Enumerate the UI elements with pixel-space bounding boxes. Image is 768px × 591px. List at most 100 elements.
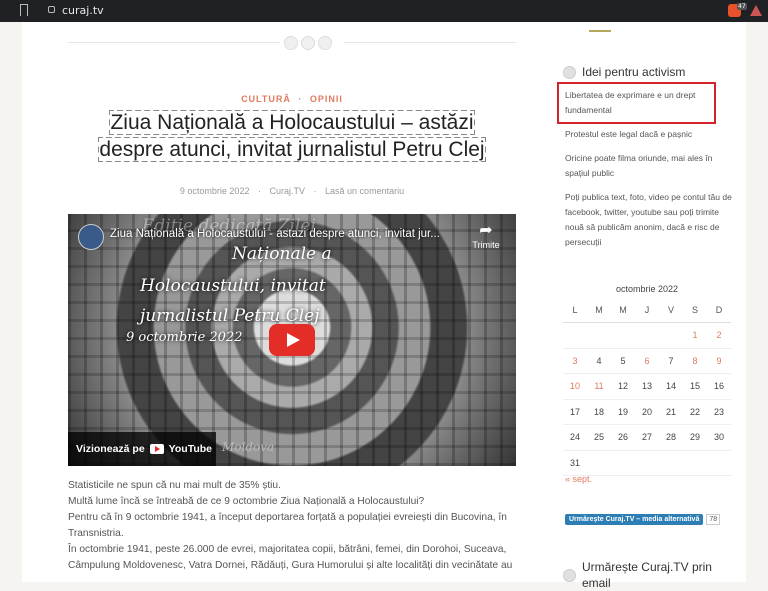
calendar-day[interactable]: 19 [611,399,635,425]
highlight-box [557,82,716,124]
overlay-line-2: Holocaustului, invitat [140,276,326,296]
post-categories: CULTURĂ · OPINII [68,94,516,104]
category-separator: · [298,94,303,104]
calendar-day[interactable]: 30 [707,424,731,451]
calendar-day[interactable]: 8 [683,348,707,374]
calendar-day-header: M [587,298,611,323]
play-button[interactable] [269,324,315,356]
address-bar[interactable]: curaj.tv [62,4,104,17]
activism-link-4[interactable]: Poți publica text, foto, video pe contul… [565,190,733,250]
calendar-week: 24 25 26 27 28 29 30 [563,424,731,451]
youtube-logo-icon [149,444,164,454]
divider-left [68,42,280,43]
ornament-divider [284,36,340,50]
calendar-day[interactable]: 20 [635,399,659,425]
watch-label: Vizionează pe [76,443,145,455]
overlay-line-4: 9 octombrie 2022 [126,330,243,345]
calendar-table: LMMJVSD 1 2 3 4 5 6 7 8 9 10 11 12 13 14 15 16 17 18 19 20 2… [563,298,731,476]
calendar-day[interactable]: 6 [635,348,659,374]
calendar-day[interactable]: 2 [707,322,731,349]
widget-title-text: Urmărește Curaj.TV prin email [581,560,712,590]
calendar-day[interactable]: 23 [707,399,731,425]
share-button[interactable]: ➦ Trimite [466,222,506,250]
calendar-day-header: L [563,298,587,323]
share-label: Trimite [472,240,500,250]
calendar-day[interactable]: 28 [659,424,683,451]
comment-link[interactable]: Lasă un comentariu [325,186,404,196]
paragraph: Statisticile ne spun că nu mai mult de 3… [68,480,281,491]
bookmark-icon[interactable] [20,4,28,16]
calendar-widget: octombrie 2022 LMMJVSD 1 2 3 4 5 6 7 8 9 10 11 12 13… [563,284,731,476]
calendar-day-header: M [611,298,635,323]
lock-icon[interactable] [48,6,55,13]
thumbnail-bottom-text: Moldova [222,440,275,454]
post-meta: 9 octombrie 2022 · Curaj.TV · Lasă un co… [68,186,516,196]
sidebar-top-emblem-icon [589,22,611,32]
follow-button[interactable]: Urmărește Curaj.TV – media alternativă [565,514,704,525]
video-title[interactable]: Ziua Națională a Holocaustului - astazi … [110,228,460,240]
activism-link-2[interactable]: Protestul este legal dacă e pașnic [565,127,733,142]
youtube-label: YouTube [168,443,213,455]
calendar-day[interactable]: 1 [683,322,707,349]
calendar-prev-month-link[interactable]: « sept. [565,474,592,484]
post-date[interactable]: 9 octombrie 2022 [180,186,250,196]
calendar-day[interactable]: 26 [611,424,635,451]
calendar-day [611,450,635,476]
widget-bullet-icon [563,65,576,79]
calendar-day[interactable]: 29 [683,424,707,451]
calendar-day[interactable]: 15 [683,373,707,400]
widget-title-activism: Idei pentru activism [563,65,685,79]
category-cultura[interactable]: CULTURĂ [241,94,291,104]
calendar-day-header: D [707,298,731,323]
calendar-week: 17 18 19 20 21 22 23 [563,399,731,425]
share-icon: ➦ [479,222,493,239]
widget-bullet-icon [563,568,576,582]
calendar-day-header: V [659,298,683,323]
calendar-day[interactable]: 10 [563,373,587,400]
follow-count: 78 [706,514,721,525]
browser-toolbar: curaj.tv 47 [0,0,768,22]
calendar-caption: octombrie 2022 [615,284,679,294]
paragraph: În octombrie 1941, peste 26.000 de evrei… [68,544,513,571]
calendar-day[interactable]: 4 [587,348,611,374]
calendar-day [587,322,611,349]
follow-widget: Urmărește Curaj.TV – media alternativă 7… [565,514,721,525]
divider-right [344,42,516,43]
shield-count-badge: 47 [737,3,747,10]
calendar-day[interactable]: 25 [587,424,611,451]
calendar-day[interactable]: 18 [587,399,611,425]
calendar-day[interactable]: 24 [563,424,587,451]
calendar-day[interactable]: 3 [563,348,587,374]
calendar-day[interactable]: 21 [659,399,683,425]
channel-avatar[interactable] [78,224,104,250]
watch-on-youtube-button[interactable]: Vizionează pe YouTube [68,432,216,466]
category-opinii[interactable]: OPINII [310,94,343,104]
calendar-day[interactable]: 16 [707,373,731,400]
page: CULTURĂ · OPINII Ziua Națională a Holoca… [22,22,746,590]
meta-separator: · [257,186,261,196]
calendar-day[interactable]: 22 [683,399,707,425]
widget-title-email: Urmărește Curaj.TV prin email [563,559,743,591]
post-title-text[interactable]: Ziua Națională a Holocaustului – astăzi … [98,110,486,162]
post-author[interactable]: Curaj.TV [269,186,305,196]
calendar-day[interactable]: 13 [635,373,659,400]
youtube-embed[interactable]: Ediție dedicată Zilei Naționale a Holoca… [68,214,516,466]
calendar-week: 12 [563,322,731,349]
brave-rewards-icon[interactable] [750,5,762,16]
calendar-day[interactable]: 14 [659,373,683,400]
calendar-day[interactable]: 5 [611,348,635,374]
activism-link-3[interactable]: Oricine poate filma oriunde, mai ales în… [565,151,733,181]
calendar-day[interactable]: 11 [587,373,611,400]
calendar-day [683,450,707,476]
paragraph: Multă lume încă se întreabă de ce 9 octo… [68,496,425,507]
calendar-day [587,450,611,476]
calendar-week: 3456789 [563,348,731,374]
calendar-day[interactable]: 7 [659,348,683,374]
calendar-day[interactable]: 12 [611,373,635,400]
calendar-day [611,322,635,349]
calendar-day[interactable]: 9 [707,348,731,374]
calendar-day [563,322,587,349]
calendar-day[interactable]: 27 [635,424,659,451]
calendar-day[interactable]: 17 [563,399,587,425]
calendar-day[interactable]: 31 [563,450,587,476]
